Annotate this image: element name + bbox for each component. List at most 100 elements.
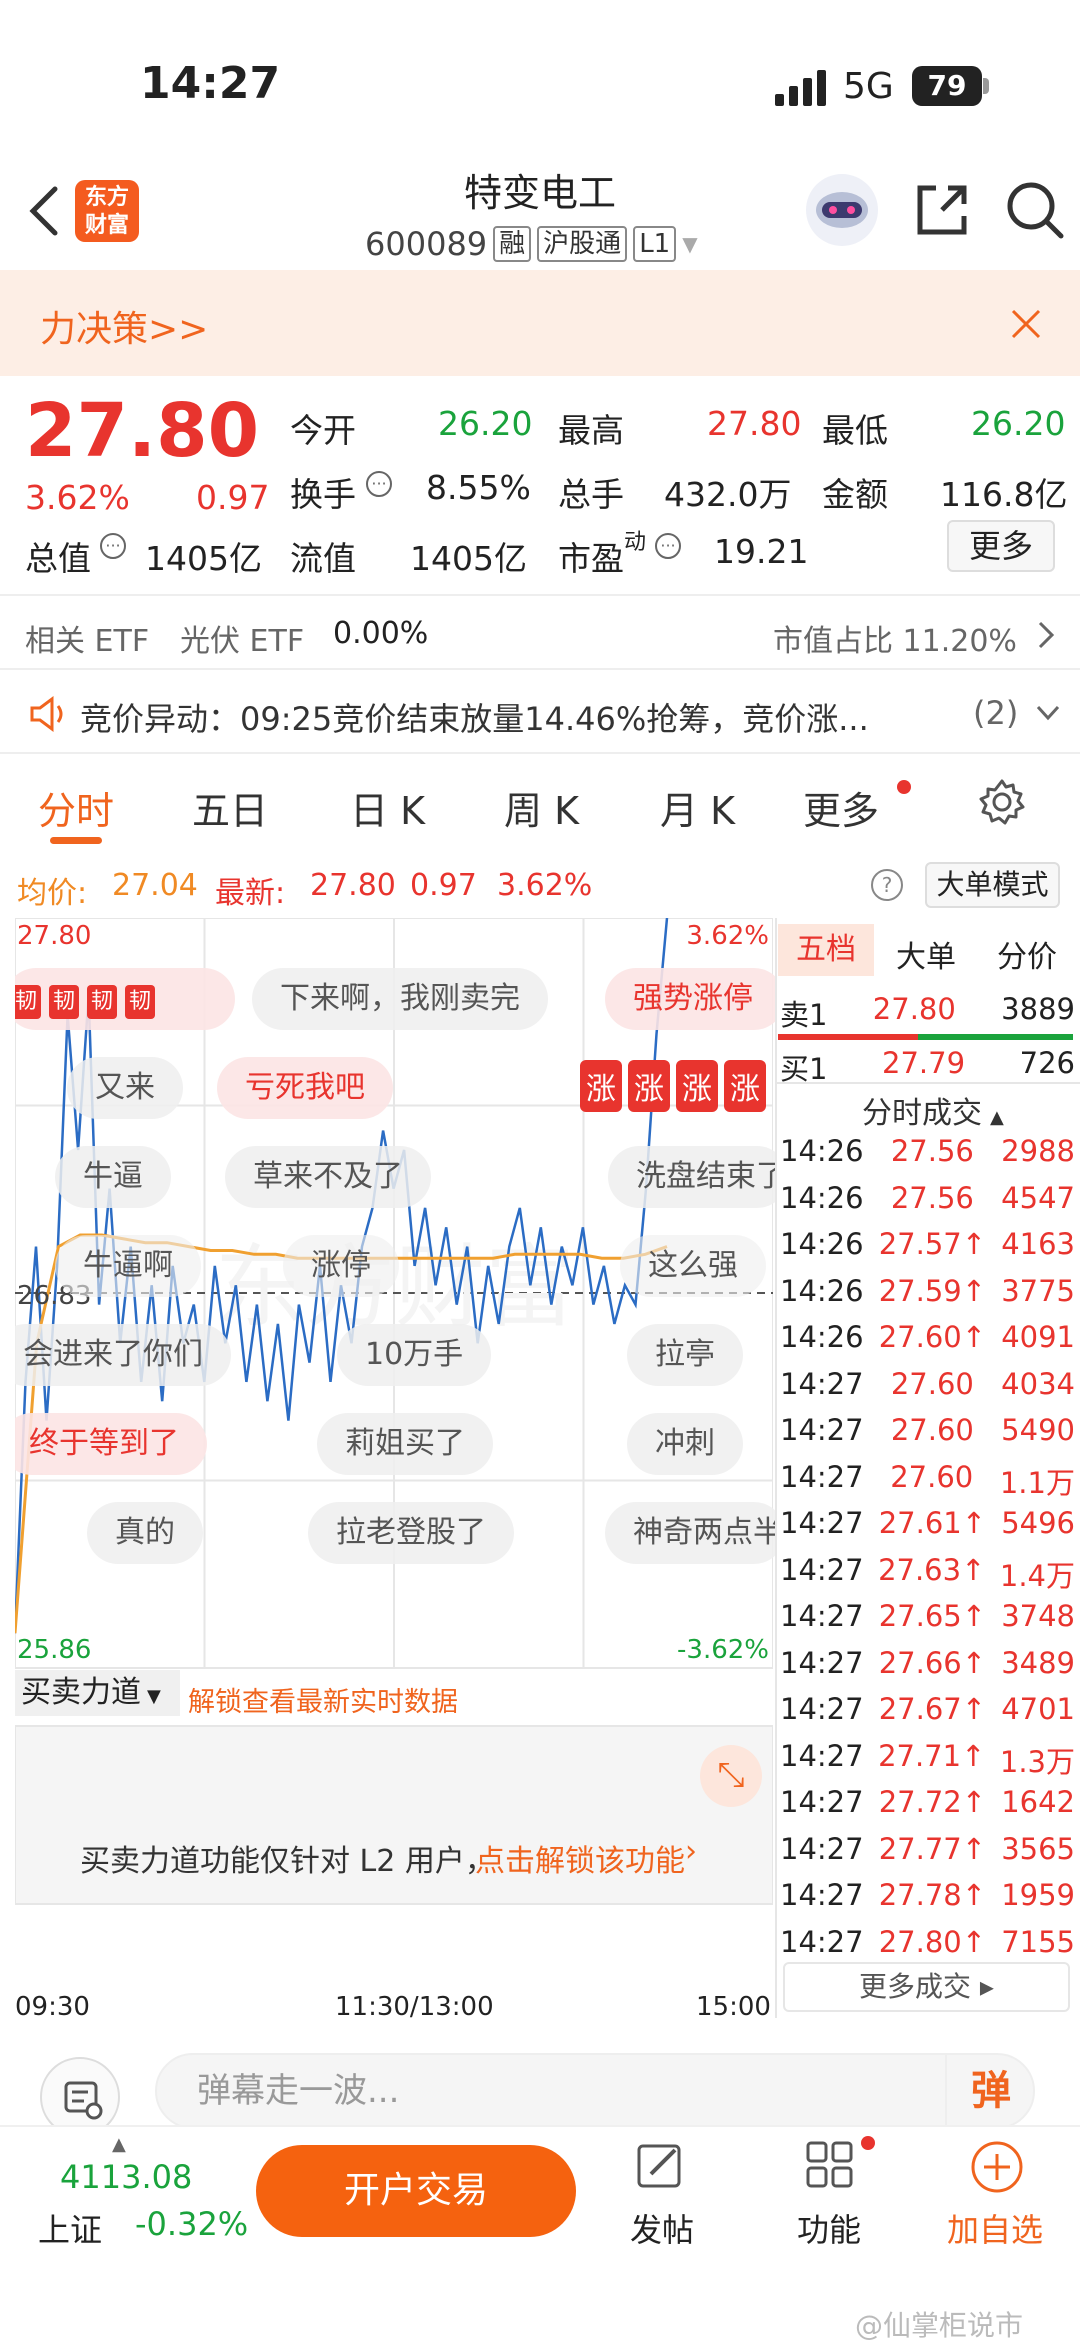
help-icon[interactable]: ? — [870, 868, 904, 902]
trade-time: 14:27 — [780, 1878, 864, 1912]
svg-text:···: ··· — [105, 536, 120, 555]
chevron-down-icon: ▼ — [682, 232, 698, 256]
stock-code: 600089 — [365, 225, 488, 263]
back-icon[interactable] — [25, 185, 61, 237]
trades-title[interactable]: 分时成交 ▲ — [862, 1088, 1004, 1132]
related-etf-label[interactable]: 相关 ETF — [25, 616, 149, 660]
trade-row: 14:27 27.80↑ 7155 — [780, 1925, 1075, 1959]
trade-row: 14:27 27.63↑ 1.4万 — [780, 1553, 1075, 1595]
trade-volume: 1.4万 — [999, 1558, 1075, 1593]
badge-ren: 韧 — [49, 985, 80, 1019]
y-top-label: 27.80 — [17, 921, 91, 951]
trade-time: 14:27 — [780, 1506, 864, 1540]
danmu-input[interactable]: 弹幕走一波... — [155, 2053, 1035, 2129]
market-share[interactable]: 市值占比 11.20% — [773, 616, 1017, 660]
trade-volume: 5496 — [1001, 1506, 1075, 1540]
index-value[interactable]: 4113.08 — [60, 2158, 192, 2196]
trade-row: 14:27 27.65↑ 3748 — [780, 1599, 1075, 1633]
trade-time: 14:26 — [780, 1134, 864, 1168]
stock-code-row[interactable]: 600089 融 沪股通 L1 ▼ — [365, 222, 698, 266]
tab-zhouk[interactable]: 周 K — [504, 780, 579, 835]
tab-rik[interactable]: 日 K — [350, 780, 425, 835]
tag-margin: 融 — [493, 226, 532, 262]
amount-label: 金额 — [822, 475, 888, 514]
force-unlock-hint[interactable]: 解锁查看最新实时数据 — [188, 1680, 458, 1719]
index-name[interactable]: 上证 — [38, 2205, 102, 2251]
force-unlock-link[interactable]: 点击解锁该功能 — [475, 1836, 685, 1880]
notification-dot — [897, 780, 911, 794]
danmu-send-button[interactable]: 弹 — [945, 2053, 1035, 2129]
danmu-item: 亏死我吧 — [217, 1057, 393, 1119]
tab-wuri[interactable]: 五日 — [192, 780, 268, 835]
info-icon[interactable]: ··· — [365, 470, 393, 498]
tab-more[interactable]: 更多 — [803, 780, 879, 835]
divider — [0, 594, 1080, 596]
robot-avatar-icon[interactable] — [800, 172, 884, 248]
turnover-value: 8.55% — [426, 468, 531, 507]
pe-value: 19.21 — [714, 532, 809, 571]
search-icon[interactable] — [1003, 178, 1067, 242]
info-icon[interactable]: ··· — [654, 532, 682, 560]
tab-dadan[interactable]: 大单 — [896, 932, 956, 976]
trade-price: 27.56 — [890, 1134, 974, 1168]
badge-ren: 韧 — [87, 985, 118, 1019]
danmu-item: 草来不及了 — [225, 1146, 431, 1208]
tab-wudang[interactable]: 五档 — [778, 924, 874, 976]
tag-connect: 沪股通 — [537, 226, 628, 262]
settings-gear-icon[interactable] — [977, 777, 1027, 827]
amount-value: 116.8亿 — [940, 475, 1068, 514]
tab-fenjia[interactable]: 分价 — [997, 932, 1057, 976]
svg-text:···: ··· — [660, 536, 675, 555]
expand-icon[interactable]: ⤡ — [700, 1745, 762, 1807]
functions-label[interactable]: 功能 — [797, 2205, 861, 2251]
trade-volume: 1.1万 — [999, 1465, 1075, 1500]
danmu-item: 终于等到了 — [15, 1413, 207, 1475]
more-trades-button[interactable]: 更多成交 ▸ — [783, 1962, 1070, 2012]
alert-count[interactable]: (2) — [973, 694, 1018, 732]
trade-volume: 3489 — [1001, 1645, 1075, 1680]
danmu-item: 涨停 — [283, 1235, 399, 1297]
trade-price: 27.67↑ — [878, 1692, 987, 1726]
info-icon[interactable]: ··· — [99, 532, 127, 560]
alert-text[interactable]: 竞价异动：09:25竞价结束放量14.46%抢筹，竞价涨... — [80, 694, 940, 740]
post-label[interactable]: 发帖 — [630, 2205, 694, 2251]
index-change[interactable]: -0.32% — [135, 2205, 248, 2243]
trade-volume: 4547 — [1001, 1180, 1075, 1215]
trade-volume: 1642 — [1001, 1785, 1075, 1819]
edit-icon[interactable] — [635, 2140, 685, 2190]
pe-label: 市盈 — [558, 539, 624, 578]
total-value: 1405亿 — [145, 539, 262, 578]
etf-name[interactable]: 光伏 ETF — [180, 616, 304, 660]
trade-row: 14:27 27.71↑ 1.3万 — [780, 1739, 1075, 1781]
trade-time: 14:27 — [780, 1599, 864, 1633]
tab-fenshi[interactable]: 分时 — [38, 780, 114, 835]
big-order-mode-button[interactable]: 大单模式 — [925, 862, 1060, 908]
open-trade-button[interactable]: 开户交易 — [256, 2145, 576, 2237]
grid-icon[interactable] — [805, 2140, 855, 2190]
trade-row: 14:27 27.77↑ 3565 — [780, 1832, 1075, 1866]
trade-row: 14:27 27.72↑ 1642 — [780, 1785, 1075, 1819]
tab-yuek[interactable]: 月 K — [660, 780, 735, 835]
zhang-badges: 涨 涨 涨 涨 — [580, 1060, 766, 1112]
chevron-right-icon[interactable]: › — [685, 1834, 697, 1869]
chevron-down-icon[interactable] — [1036, 702, 1060, 724]
trade-volume: 3748 — [1001, 1599, 1075, 1633]
latest-value: 27.80 — [310, 868, 396, 903]
chevron-right-icon[interactable] — [1036, 620, 1056, 650]
banner-text[interactable]: 力决策>> — [40, 300, 208, 352]
pct-top-label: 3.62% — [686, 921, 769, 951]
battery-tip — [983, 78, 989, 94]
share-icon[interactable] — [912, 180, 972, 240]
add-watch-label[interactable]: 加自选 — [947, 2205, 1043, 2251]
more-quote-button[interactable]: 更多 — [947, 520, 1055, 572]
danmu-item: 这么强 — [620, 1235, 766, 1297]
float-value: 1405亿 — [410, 539, 527, 578]
watermark-text: @仙掌柜说市 — [855, 2309, 1024, 2342]
danmu-item: 10万手 — [337, 1324, 492, 1386]
sell-bar — [778, 1034, 918, 1040]
trade-time: 14:27 — [780, 1413, 864, 1447]
close-icon[interactable] — [1010, 308, 1042, 340]
trade-price: 27.80↑ — [878, 1924, 987, 1959]
force-selector[interactable]: 买卖力道 ▼ — [15, 1670, 180, 1716]
add-circle-icon[interactable] — [970, 2140, 1024, 2194]
